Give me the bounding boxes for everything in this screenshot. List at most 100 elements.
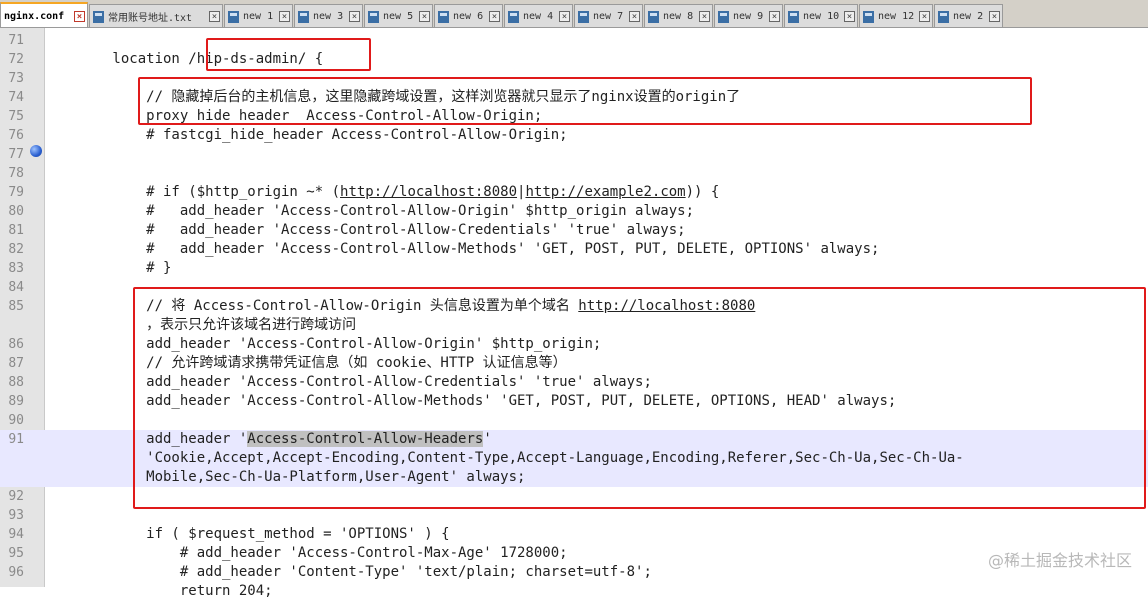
code-text: # if ($http_origin ~* (http://localhost:… — [45, 184, 720, 200]
tab-bar: nginx.conf × 常用账号地址.txt × new 1 × new 3 × new 5 ×… — [0, 0, 1148, 28]
code-line[interactable]: 76 # fastcgi_hide_header Access-Control-… — [0, 126, 1148, 145]
code-line[interactable]: 77 — [0, 145, 1148, 164]
line-number: 94 — [8, 527, 24, 542]
line-number: 76 — [8, 128, 24, 143]
tab-label: 常用账号地址.txt — [108, 13, 193, 24]
close-tab-icon[interactable]: × — [489, 11, 500, 22]
annotation-box-hide-header — [138, 77, 1032, 125]
line-number: 87 — [8, 356, 24, 371]
tab-label: new 4 — [523, 11, 554, 22]
code-text: # add_header 'Access-Control-Max-Age' 17… — [45, 545, 568, 561]
tab-12[interactable]: new 12 × — [859, 4, 933, 27]
save-state-icon — [228, 10, 239, 23]
line-number: 74 — [8, 90, 24, 105]
bookmark-icon[interactable] — [30, 145, 42, 157]
tab-label: new 12 — [878, 11, 915, 22]
line-number: 86 — [8, 337, 24, 352]
save-state-icon — [718, 10, 729, 23]
save-state-icon — [93, 10, 104, 23]
close-tab-icon[interactable]: × — [989, 11, 1000, 22]
line-number: 73 — [8, 71, 24, 86]
line-number: 93 — [8, 508, 24, 523]
tab-11[interactable]: new 10 × — [784, 4, 858, 27]
code-line[interactable]: 83 # } — [0, 259, 1148, 278]
close-tab-icon[interactable]: × — [279, 11, 290, 22]
save-state-icon — [508, 10, 519, 23]
tab-6[interactable]: new 6 × — [434, 4, 503, 27]
tab-label: new 9 — [733, 11, 764, 22]
save-state-icon — [863, 10, 874, 23]
code-text: # add_header 'Access-Control-Allow-Metho… — [45, 241, 880, 257]
close-tab-icon[interactable]: × — [559, 11, 570, 22]
tab-3[interactable]: new 1 × — [224, 4, 293, 27]
tab-4[interactable]: new 3 × — [294, 4, 363, 27]
code-line[interactable]: 71 — [0, 31, 1148, 50]
code-line[interactable]: 81 # add_header 'Access-Control-Allow-Cr… — [0, 221, 1148, 240]
code-text: if ( $request_method = 'OPTIONS' ) { — [45, 526, 450, 542]
code-line[interactable]: 95 # add_header 'Access-Control-Max-Age'… — [0, 544, 1148, 563]
tab-7[interactable]: new 4 × — [504, 4, 573, 27]
save-state-icon — [368, 10, 379, 23]
tab-label: nginx.conf — [4, 10, 65, 22]
watermark: @稀土掘金技术社区 — [987, 551, 1132, 570]
tab-label: new 6 — [453, 11, 484, 22]
line-number: 81 — [8, 223, 24, 238]
close-tab-icon[interactable]: × — [769, 11, 780, 22]
line-number: 79 — [8, 185, 24, 200]
code-text: return 204; — [45, 583, 273, 599]
line-number: 85 — [8, 299, 24, 314]
close-tab-icon[interactable]: × — [844, 11, 855, 22]
line-number: 71 — [8, 33, 24, 48]
close-tab-icon[interactable]: × — [919, 11, 930, 22]
code-line[interactable]: 79 # if ($http_origin ~* (http://localho… — [0, 183, 1148, 202]
line-number: 96 — [8, 565, 24, 580]
code-line[interactable]: 78 — [0, 164, 1148, 183]
save-state-icon — [578, 10, 589, 23]
code-text: # } — [45, 260, 172, 276]
line-number: 90 — [8, 413, 24, 428]
code-text: # add_header 'Access-Control-Allow-Crede… — [45, 222, 686, 238]
tab-label: new 8 — [663, 11, 694, 22]
close-tab-icon[interactable]: × — [699, 11, 710, 22]
tab-label: new 3 — [313, 11, 344, 22]
close-tab-icon[interactable]: × — [349, 11, 360, 22]
code-line[interactable]: 94 if ( $request_method = 'OPTIONS' ) { — [0, 525, 1148, 544]
save-state-icon — [788, 10, 799, 23]
line-number: 75 — [8, 109, 24, 124]
close-tab-icon[interactable]: × — [74, 10, 85, 22]
code-line[interactable]: 72 location /hip-ds-admin/ { — [0, 50, 1148, 69]
line-number: 91 — [8, 432, 24, 447]
code-line[interactable]: return 204; — [0, 582, 1148, 601]
tab-13[interactable]: new 2 × — [934, 4, 1003, 27]
line-number: 95 — [8, 546, 24, 561]
line-number: 88 — [8, 375, 24, 390]
close-tab-icon[interactable]: × — [629, 11, 640, 22]
tab-1[interactable]: nginx.conf × — [0, 2, 88, 27]
line-number: 92 — [8, 489, 24, 504]
tab-9[interactable]: new 8 × — [644, 4, 713, 27]
url-link[interactable]: http://localhost:8080 — [340, 184, 517, 200]
save-state-icon — [648, 10, 659, 23]
tab-label: new 1 — [243, 11, 274, 22]
close-tab-icon[interactable]: × — [419, 11, 430, 22]
code-line[interactable]: 82 # add_header 'Access-Control-Allow-Me… — [0, 240, 1148, 259]
code-line[interactable]: 96 # add_header 'Content-Type' 'text/pla… — [0, 563, 1148, 582]
line-number: 78 — [8, 166, 24, 181]
line-number: 84 — [8, 280, 24, 295]
annotation-box-add-headers — [133, 287, 1146, 509]
code-text: # fastcgi_hide_header Access-Control-All… — [45, 127, 568, 143]
tab-10[interactable]: new 9 × — [714, 4, 783, 27]
close-tab-icon[interactable]: × — [209, 11, 220, 22]
url-link[interactable]: http://example2.com — [525, 184, 685, 200]
code-line[interactable]: 80 # add_header 'Access-Control-Allow-Or… — [0, 202, 1148, 221]
tab-8[interactable]: new 7 × — [574, 4, 643, 27]
line-number: 72 — [8, 52, 24, 67]
code-text: # add_header 'Access-Control-Allow-Origi… — [45, 203, 695, 219]
tab-5[interactable]: new 5 × — [364, 4, 433, 27]
line-number: 77 — [8, 147, 24, 162]
annotation-box-location — [206, 38, 371, 71]
line-number: 82 — [8, 242, 24, 257]
tab-2[interactable]: 常用账号地址.txt × — [89, 4, 223, 27]
tab-label: new 7 — [593, 11, 624, 22]
save-state-icon — [938, 10, 949, 23]
